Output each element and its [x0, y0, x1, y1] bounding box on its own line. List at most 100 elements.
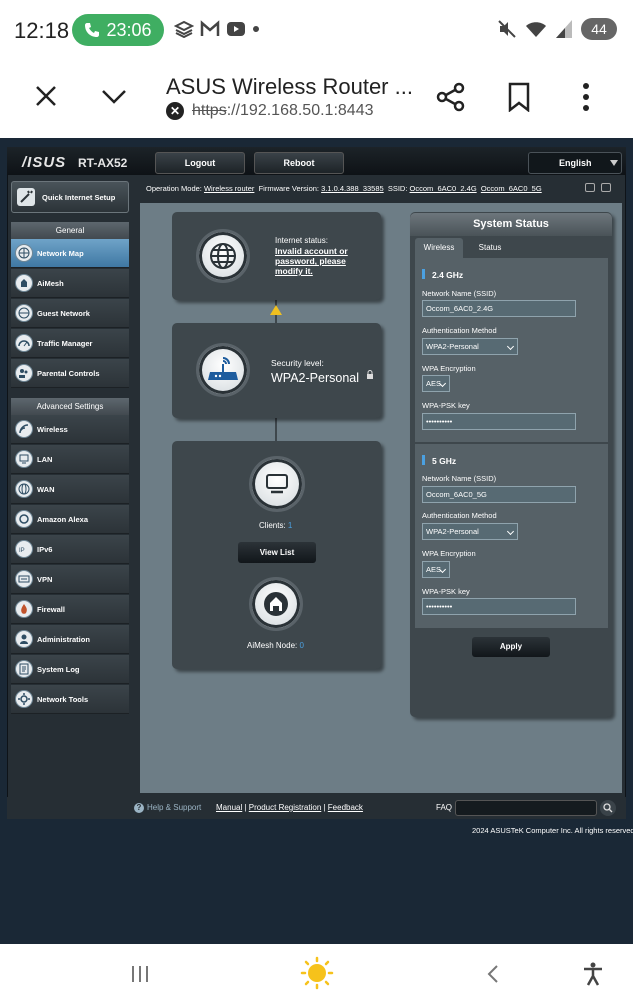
alexa-icon [15, 510, 33, 528]
nav-label: WAN [37, 484, 55, 494]
nav-item-guest-network[interactable]: Guest Network [11, 299, 129, 328]
nav-item-network-tools[interactable]: Network Tools [11, 685, 129, 714]
dot-icon [253, 26, 259, 32]
nav-item-wireless[interactable]: Wireless [11, 415, 129, 444]
more-options-icon[interactable] [578, 82, 594, 112]
enc-5-select[interactable]: AES [422, 561, 450, 578]
nav-item-traffic-manager[interactable]: Traffic Manager [11, 329, 129, 358]
enc-label: WPA Encryption [422, 364, 476, 373]
system-status-icons: 44 [497, 18, 617, 40]
not-secure-icon[interactable]: ✕ [166, 102, 184, 120]
quick-setup-label: Quick Internet Setup [42, 192, 116, 202]
manual-link[interactable]: Manual [216, 803, 242, 812]
copy-icon[interactable] [601, 183, 611, 192]
chevron-down-icon [610, 160, 618, 166]
logout-button[interactable]: Logout [155, 152, 245, 174]
aimesh-count[interactable]: 0 [299, 641, 303, 650]
chevron-down-icon [506, 527, 515, 536]
computer-icon[interactable] [249, 456, 305, 512]
internet-status-link[interactable]: Invalid account or password, please modi… [275, 246, 375, 276]
users-icon[interactable] [585, 183, 595, 192]
share-icon[interactable] [436, 82, 466, 112]
feedback-link[interactable]: Feedback [328, 803, 363, 812]
wand-icon [17, 188, 35, 206]
aimesh-node-icon[interactable] [249, 577, 303, 631]
nav-item-ipv6[interactable]: IP IPv6 [11, 535, 129, 564]
tab-wireless[interactable]: Wireless [415, 238, 463, 258]
nav-item-firewall[interactable]: Firewall [11, 595, 129, 624]
chevron-down-icon [506, 342, 515, 351]
nav-label: IPv6 [37, 544, 53, 554]
accessibility-icon[interactable] [582, 962, 604, 986]
guest-network-icon [15, 304, 33, 322]
language-select[interactable]: English [528, 152, 622, 174]
auth-5-select[interactable]: WPA2-Personal [422, 523, 518, 540]
reboot-button[interactable]: Reboot [254, 152, 344, 174]
nav-item-system-log[interactable]: System Log [11, 655, 129, 684]
key-label: WPA-PSK key [422, 401, 470, 410]
apply-button[interactable]: Apply [472, 637, 550, 657]
aimesh-icon [15, 274, 33, 292]
svg-text:IP: IP [19, 548, 25, 554]
lock-icon [367, 370, 373, 379]
url-bar[interactable]: ✕ https://192.168.50.1:8443 [166, 102, 373, 120]
search-icon[interactable] [600, 800, 616, 816]
help-support-link[interactable]: Help & Support [147, 803, 201, 812]
wireless-icon [15, 420, 33, 438]
page-title: ASUS Wireless Router ... [166, 74, 413, 99]
ssid-24-input[interactable]: Occom_6AC0_2.4G [422, 300, 576, 317]
connector-line [275, 418, 277, 442]
ssid-24-link[interactable]: Occom_6AC0_2.4G [410, 184, 477, 193]
nav-item-vpn[interactable]: VPN [11, 565, 129, 594]
nav-label: VPN [37, 574, 53, 584]
close-icon[interactable] [34, 84, 58, 108]
band-marker [422, 455, 425, 465]
nav-item-amazon-alexa[interactable]: Amazon Alexa [11, 505, 129, 534]
router-icon[interactable] [196, 343, 250, 397]
bookmark-icon[interactable] [506, 82, 532, 112]
nav-item-administration[interactable]: Administration [11, 625, 129, 654]
band-24ghz-title: 2.4 GHz [432, 270, 464, 280]
clients-count[interactable]: 1 [288, 521, 292, 530]
firmware-label: Firmware Version: [258, 184, 320, 193]
opmode-link[interactable]: Wireless router [204, 184, 254, 193]
faq-search-input[interactable] [455, 800, 597, 816]
system-status-title: System Status [410, 213, 612, 236]
wifi-icon [526, 22, 546, 37]
view-list-button[interactable]: View List [238, 542, 316, 563]
nav-label: Wireless [37, 424, 68, 434]
nav-item-wan[interactable]: WAN [11, 475, 129, 504]
globe-icon[interactable] [196, 229, 250, 283]
ssid-5-link[interactable]: Occom_6AC0_5G [481, 184, 542, 193]
copyright-text: 2024 ASUSTeK Computer Inc. All rights re… [472, 826, 633, 835]
firmware-link[interactable]: 3.1.0.4.388_33585 [321, 184, 384, 193]
ongoing-call-chip[interactable]: 23:06 [72, 14, 164, 46]
auth-label: Authentication Method [422, 511, 497, 520]
product-registration-link[interactable]: Product Registration [249, 803, 321, 812]
aimesh-row: AiMesh Node: 0 [247, 641, 304, 650]
psk-5-input[interactable]: •••••••••• [422, 598, 576, 615]
back-icon[interactable] [486, 964, 500, 984]
nav-item-network-map[interactable]: Network Map [11, 239, 129, 268]
tab-status[interactable]: Status [466, 238, 514, 258]
nav-label: AiMesh [37, 278, 64, 288]
signal-icon [556, 20, 572, 38]
ipv6-icon: IP [15, 540, 33, 558]
nav-label: Firewall [37, 604, 65, 614]
help-icon[interactable]: ? [134, 803, 144, 813]
quick-internet-setup-button[interactable]: Quick Internet Setup [11, 181, 129, 213]
nav-item-lan[interactable]: LAN [11, 445, 129, 474]
firewall-icon [15, 600, 33, 618]
nav-item-parental-controls[interactable]: Parental Controls [11, 359, 129, 388]
auth-24-select[interactable]: WPA2-Personal [422, 338, 518, 355]
header-status-icons [585, 183, 611, 192]
opmode-label: Operation Mode: [146, 184, 202, 193]
enc-24-select[interactable]: AES [422, 375, 450, 392]
recents-icon[interactable] [132, 966, 148, 982]
psk-24-input[interactable]: •••••••••• [422, 413, 576, 430]
chevron-down-icon[interactable] [100, 84, 128, 108]
ssid-5-input[interactable]: Occom_6AC0_5G [422, 486, 576, 503]
mute-icon [498, 20, 516, 38]
home-sun-icon[interactable] [300, 956, 334, 990]
nav-item-aimesh[interactable]: AiMesh [11, 269, 129, 298]
